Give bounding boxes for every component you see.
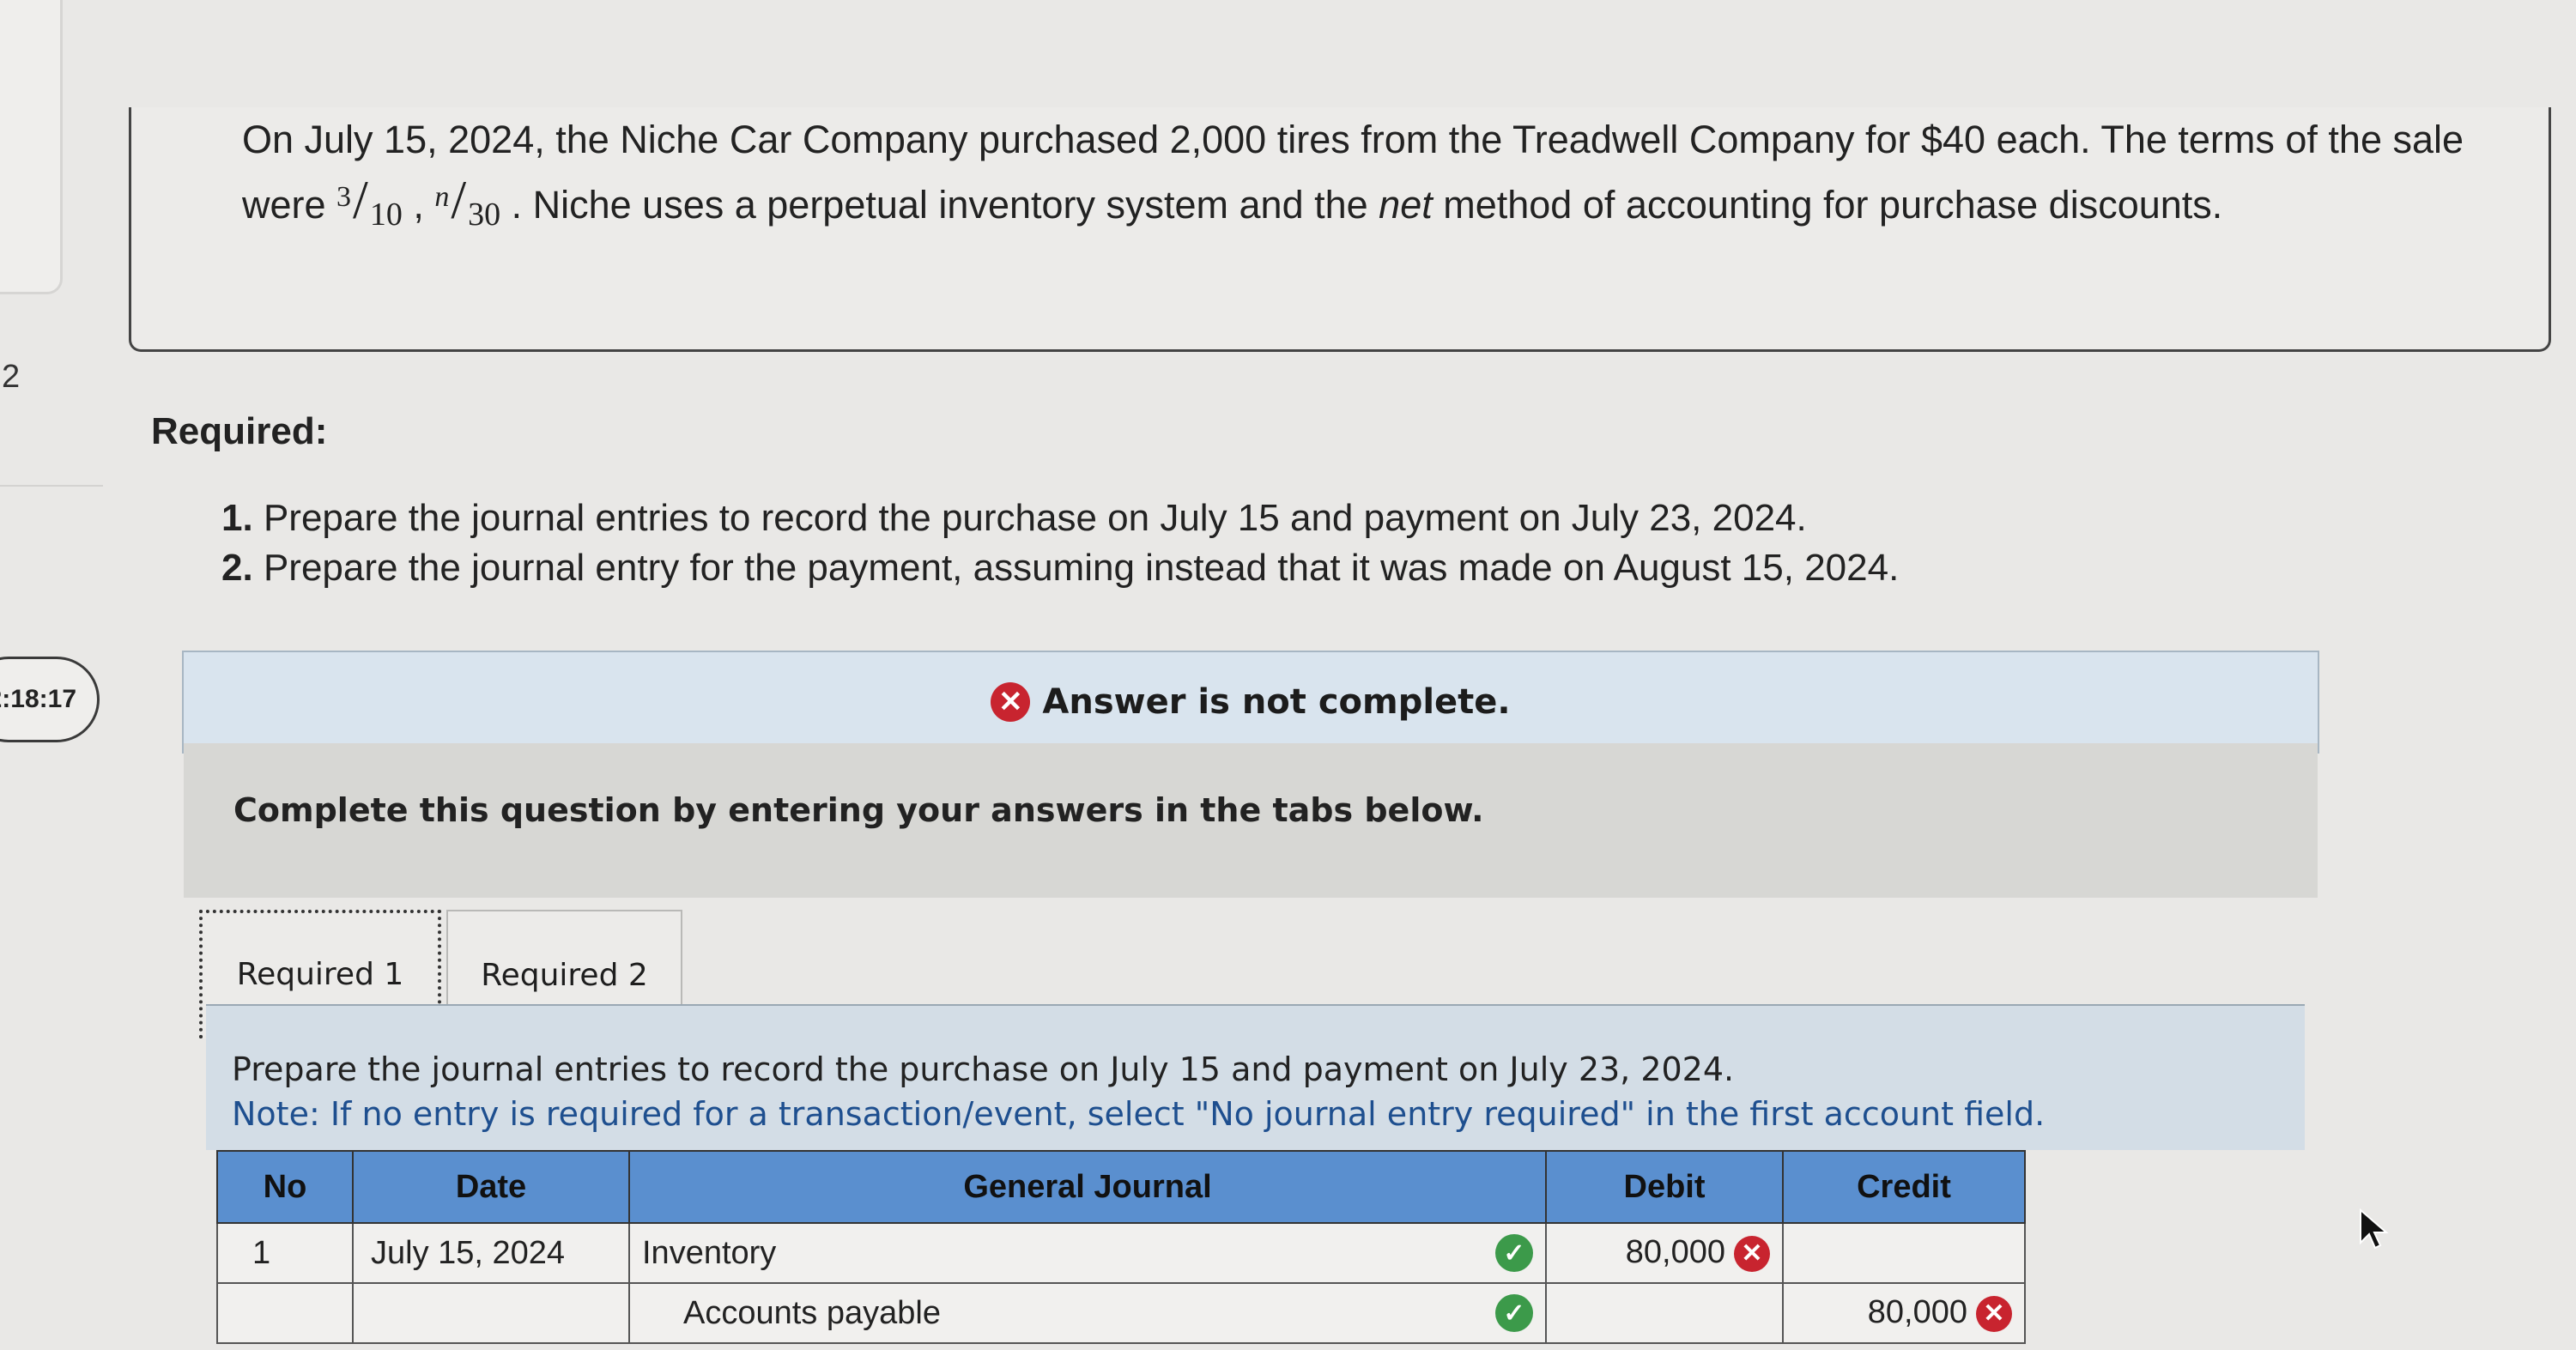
x-circle-icon: ✕ <box>1734 1235 1770 1272</box>
required-item-number: 2. <box>221 547 253 589</box>
instruction-banner: Complete this question by entering your … <box>184 743 2318 898</box>
column-header-debit: Debit <box>1545 1150 1784 1224</box>
problem-text-after: method of accounting for purchase discou… <box>1432 183 2223 227</box>
terms-discount-denominator: 10 <box>369 197 403 233</box>
column-header-date: Date <box>352 1150 630 1224</box>
tab-instructions: Prepare the journal entries to record th… <box>206 1004 2305 1150</box>
entry-number <box>216 1282 354 1344</box>
terms-discount-fraction: 3/10 <box>336 169 403 233</box>
entry-date-select[interactable]: July 15, 2024 <box>352 1222 630 1284</box>
credit-amount: 80,000 <box>1867 1294 1967 1331</box>
check-circle-icon: ✓ <box>1495 1294 1533 1332</box>
problem-text-middle: . Niche uses a perpetual inventory syste… <box>500 183 1379 227</box>
terms-net-fraction: n/30 <box>434 169 501 233</box>
check-circle-icon: ✓ <box>1495 1234 1533 1272</box>
journal-entry-table: No Date General Journal Debit Credit 1 J… <box>216 1150 2026 1344</box>
column-header-credit: Credit <box>1782 1150 2026 1224</box>
required-item: 1. Prepare the journal entries to record… <box>221 493 1899 543</box>
credit-input[interactable] <box>1782 1222 2026 1284</box>
terms-discount-numerator: 3 <box>336 181 352 213</box>
instruction-banner-text: Complete this question by entering your … <box>233 791 1484 829</box>
x-circle-icon: ✕ <box>991 682 1031 722</box>
entry-number: 1 <box>216 1222 354 1284</box>
account-name: Accounts payable <box>683 1294 941 1331</box>
mouse-pointer-icon-svg <box>2360 1208 2389 1250</box>
table-row: Accounts payable ✓ 80,000 ✕ <box>216 1282 2026 1344</box>
column-header-no: No <box>216 1150 354 1224</box>
required-item: 2. Prepare the journal entry for the pay… <box>221 543 1899 593</box>
timer: 2:18:17 <box>0 657 100 742</box>
table-header-row: No Date General Journal Debit Credit <box>216 1150 2026 1224</box>
account-select[interactable]: Inventory ✓ <box>628 1222 1547 1284</box>
credit-input[interactable]: 80,000 ✕ <box>1782 1282 2026 1344</box>
account-select[interactable]: Accounts payable ✓ <box>628 1282 1547 1344</box>
debit-input[interactable]: 80,000 ✕ <box>1545 1222 1784 1284</box>
problem-text-emphasis: net <box>1379 183 1433 227</box>
required-list: 1. Prepare the journal entries to record… <box>221 493 1899 593</box>
problem-statement: On July 15, 2024, the Niche Car Company … <box>242 110 2474 239</box>
rail-divider <box>0 485 103 487</box>
answer-status-text: Answer is not complete. <box>1042 682 1511 722</box>
required-item-number: 1. <box>221 497 253 539</box>
column-header-general-journal: General Journal <box>628 1150 1547 1224</box>
table-row: 1 July 15, 2024 Inventory ✓ 80,000 ✕ <box>216 1222 2026 1284</box>
x-circle-icon: ✕ <box>1976 1295 2012 1332</box>
terms-net-denominator: 30 <box>468 197 501 233</box>
debit-amount: 80,000 <box>1625 1234 1725 1271</box>
tab-instruction-main: Prepare the journal entries to record th… <box>232 1050 1735 1088</box>
question-number[interactable]: 2 <box>2 359 20 396</box>
terms-net-numerator: n <box>434 181 450 213</box>
entry-date-select[interactable] <box>352 1282 630 1344</box>
required-heading: Required: <box>151 410 328 452</box>
question-navigator-panel <box>0 0 63 294</box>
account-name: Inventory <box>642 1234 777 1271</box>
terms-separator: , <box>402 183 435 227</box>
tab-instruction-note: Note: If no entry is required for a tran… <box>232 1095 2046 1133</box>
required-item-text: Prepare the journal entry for the paymen… <box>263 547 1900 589</box>
required-item-text: Prepare the journal entries to record th… <box>263 497 1807 539</box>
answer-status-alert: ✕ Answer is not complete. <box>182 651 2319 754</box>
debit-input[interactable] <box>1545 1282 1784 1344</box>
